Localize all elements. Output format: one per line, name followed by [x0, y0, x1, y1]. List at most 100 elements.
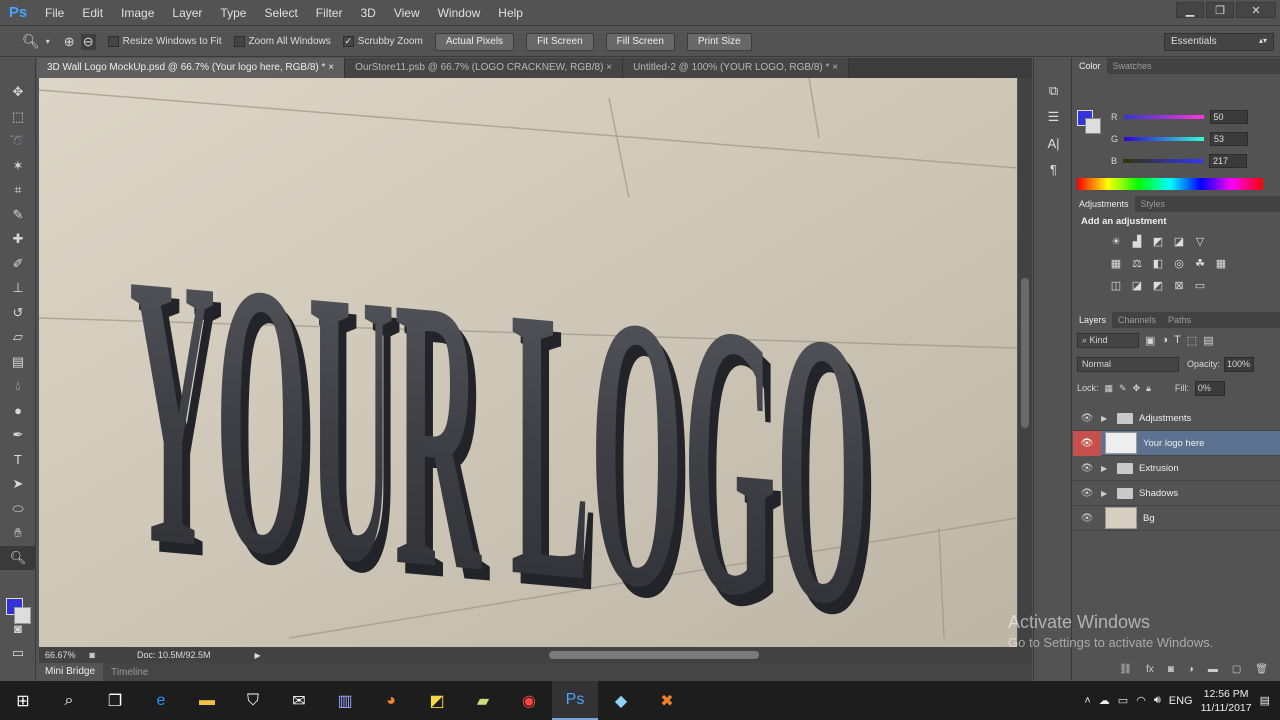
minimize-button[interactable]: ▁	[1176, 2, 1204, 18]
type-tool-icon[interactable]: T	[0, 448, 36, 473]
play-icon[interactable]: ▶	[255, 651, 261, 660]
selective-color-icon[interactable]: ⊠	[1172, 279, 1186, 293]
onedrive-icon[interactable]: ☁	[1099, 694, 1110, 707]
chevron-down-icon[interactable]: ▾	[46, 37, 50, 46]
healing-brush-tool-icon[interactable]: ✚	[0, 227, 36, 252]
tab-paths[interactable]: Paths	[1162, 312, 1197, 328]
lasso-tool-icon[interactable]: ➰	[0, 129, 36, 154]
photo-filter-icon[interactable]: ◎	[1172, 257, 1186, 271]
adjustment-filter-icon[interactable]: ◑	[1161, 334, 1168, 346]
crop-tool-icon[interactable]: ⌗	[0, 178, 36, 203]
trash-icon[interactable]: 🗑︎	[1255, 664, 1268, 680]
close-button[interactable]: ✕	[1236, 2, 1276, 18]
zoom-all-checkbox[interactable]	[233, 36, 245, 47]
visibility-eye-icon[interactable]: 👁︎	[1073, 488, 1101, 499]
search-icon[interactable]: ⌕	[46, 681, 92, 720]
tab-untitled-2[interactable]: Untitled-2 @ 100% (YOUR LOGO, RGB/8) * ×	[623, 58, 850, 78]
tab-mini-bridge[interactable]: Mini Bridge	[37, 663, 104, 681]
eraser-tool-icon[interactable]: ▱	[0, 325, 36, 350]
color-lookup-icon[interactable]: ▦	[1214, 257, 1228, 271]
brush-tool-icon[interactable]: ✐	[0, 252, 36, 277]
bg-color-chip[interactable]	[1085, 118, 1101, 134]
lock-paint-icon[interactable]: ✎	[1119, 383, 1127, 394]
gradient-map-icon[interactable]: ▭	[1193, 279, 1207, 293]
zoom-tool-icon[interactable]: 🔍︎	[22, 33, 40, 50]
curves-icon[interactable]: ◩	[1151, 235, 1165, 249]
scrollbar-thumb[interactable]	[549, 651, 759, 659]
color-balance-icon[interactable]: ⚖	[1130, 257, 1144, 271]
scrubby-zoom-option[interactable]: ✓ Scrubby Zoom	[342, 36, 423, 47]
workspace-select[interactable]: Essentials ▴▾	[1164, 33, 1274, 51]
menu-file[interactable]: File	[36, 0, 73, 26]
scrubby-zoom-checkbox[interactable]: ✓	[342, 36, 354, 47]
invert-icon[interactable]: ◫	[1109, 279, 1123, 293]
task-view-icon[interactable]: ❐	[92, 681, 138, 720]
visibility-eye-icon[interactable]: 👁︎	[1073, 430, 1101, 456]
photoshop-taskbar-icon[interactable]: Ps	[552, 681, 598, 720]
xampp-icon[interactable]: ✖	[644, 681, 690, 720]
chrome-icon[interactable]: ◉	[506, 681, 552, 720]
expand-arrow-icon[interactable]: ▶	[1101, 464, 1113, 473]
vibrance-icon[interactable]: ▽	[1193, 235, 1207, 249]
tab-styles[interactable]: Styles	[1135, 196, 1172, 212]
history-icon[interactable]: ⧉	[1034, 78, 1073, 104]
tab-timeline[interactable]: Timeline	[103, 667, 156, 678]
hand-tool-icon[interactable]: ✋︎	[0, 521, 36, 546]
restore-button[interactable]: ❐	[1206, 2, 1234, 18]
zoom-out-icon[interactable]: ⊖	[80, 33, 96, 50]
zoom-in-icon[interactable]: ⊕	[64, 34, 75, 50]
store-icon[interactable]: ⛉	[230, 681, 276, 720]
magic-wand-tool-icon[interactable]: ✶	[0, 154, 36, 179]
paragraph-icon[interactable]: ¶	[1034, 156, 1073, 182]
layer-extrusion[interactable]: 👁︎ ▶ Extrusion	[1073, 456, 1280, 481]
path-selection-tool-icon[interactable]: ➤	[0, 472, 36, 497]
shape-tool-icon[interactable]: ⬭	[0, 497, 36, 522]
levels-icon[interactable]: ▟	[1130, 235, 1144, 249]
wifi-icon[interactable]: ◠	[1136, 694, 1146, 707]
shape-filter-icon[interactable]: ⬚	[1187, 334, 1197, 347]
black-white-icon[interactable]: ◧	[1151, 257, 1165, 271]
zoom-level[interactable]: 66.67%	[45, 650, 76, 660]
screen-mode-icon[interactable]: ▭	[0, 641, 36, 666]
green-value[interactable]: 53	[1210, 132, 1249, 146]
fill-screen-button[interactable]: Fill Screen	[605, 32, 675, 51]
threshold-icon[interactable]: ◩	[1151, 279, 1165, 293]
resize-windows-option[interactable]: Resize Windows to Fit	[107, 36, 222, 47]
brightness-icon[interactable]: ☀	[1109, 235, 1123, 249]
menu-type[interactable]: Type	[211, 0, 255, 26]
gradient-tool-icon[interactable]: ▤	[0, 350, 36, 375]
menu-3d[interactable]: 3D	[351, 0, 384, 26]
visibility-eye-icon[interactable]: 👁︎	[1073, 463, 1101, 474]
exposure-icon[interactable]: ◪	[1172, 235, 1186, 249]
expand-arrow-icon[interactable]: ▶	[1101, 489, 1113, 498]
history-brush-tool-icon[interactable]: ↺	[0, 301, 36, 326]
powerpoint-icon[interactable]: ◕	[368, 681, 414, 720]
type-filter-icon[interactable]: T	[1174, 334, 1181, 346]
move-tool-icon[interactable]: ✥	[0, 80, 36, 105]
fit-screen-button[interactable]: Fit Screen	[526, 32, 594, 51]
layer-adjustments[interactable]: 👁︎ ▶ Adjustments	[1073, 406, 1280, 431]
hue-saturation-icon[interactable]: ▦	[1109, 257, 1123, 271]
character-icon[interactable]: A|	[1034, 130, 1073, 156]
smart-filter-icon[interactable]: ▤	[1203, 334, 1213, 347]
scrollbar-thumb[interactable]	[1021, 278, 1029, 428]
clone-stamp-tool-icon[interactable]: ⊥	[0, 276, 36, 301]
layer-filter-select[interactable]: ⌕ Kind	[1077, 332, 1139, 348]
new-layer-icon[interactable]: ▢	[1232, 664, 1241, 680]
blur-tool-icon[interactable]: 💧︎	[0, 374, 36, 399]
tab-ourstore[interactable]: OurStore11.psb @ 66.7% (LOGO CRACKNEW, R…	[345, 58, 624, 78]
lock-all-icon[interactable]: 🔒︎	[1146, 383, 1151, 394]
color-spectrum[interactable]	[1077, 178, 1263, 190]
opacity-field[interactable]: 100%	[1224, 356, 1255, 372]
close-icon[interactable]: ×	[606, 62, 612, 73]
new-group-icon[interactable]: ▬	[1208, 664, 1218, 680]
notifications-icon[interactable]: ▤	[1260, 694, 1270, 707]
blue-slider[interactable]	[1123, 159, 1204, 163]
layer-bg[interactable]: 👁︎ Bg	[1073, 506, 1280, 531]
horizontal-scrollbar[interactable]	[284, 650, 1024, 660]
background-color-swatch[interactable]	[14, 607, 31, 624]
link-layers-icon[interactable]: ⛓	[1119, 664, 1132, 680]
tab-adjustments[interactable]: Adjustments	[1073, 196, 1135, 212]
blue-value[interactable]: 217	[1209, 154, 1248, 168]
pen-tool-icon[interactable]: ✒	[0, 423, 36, 448]
